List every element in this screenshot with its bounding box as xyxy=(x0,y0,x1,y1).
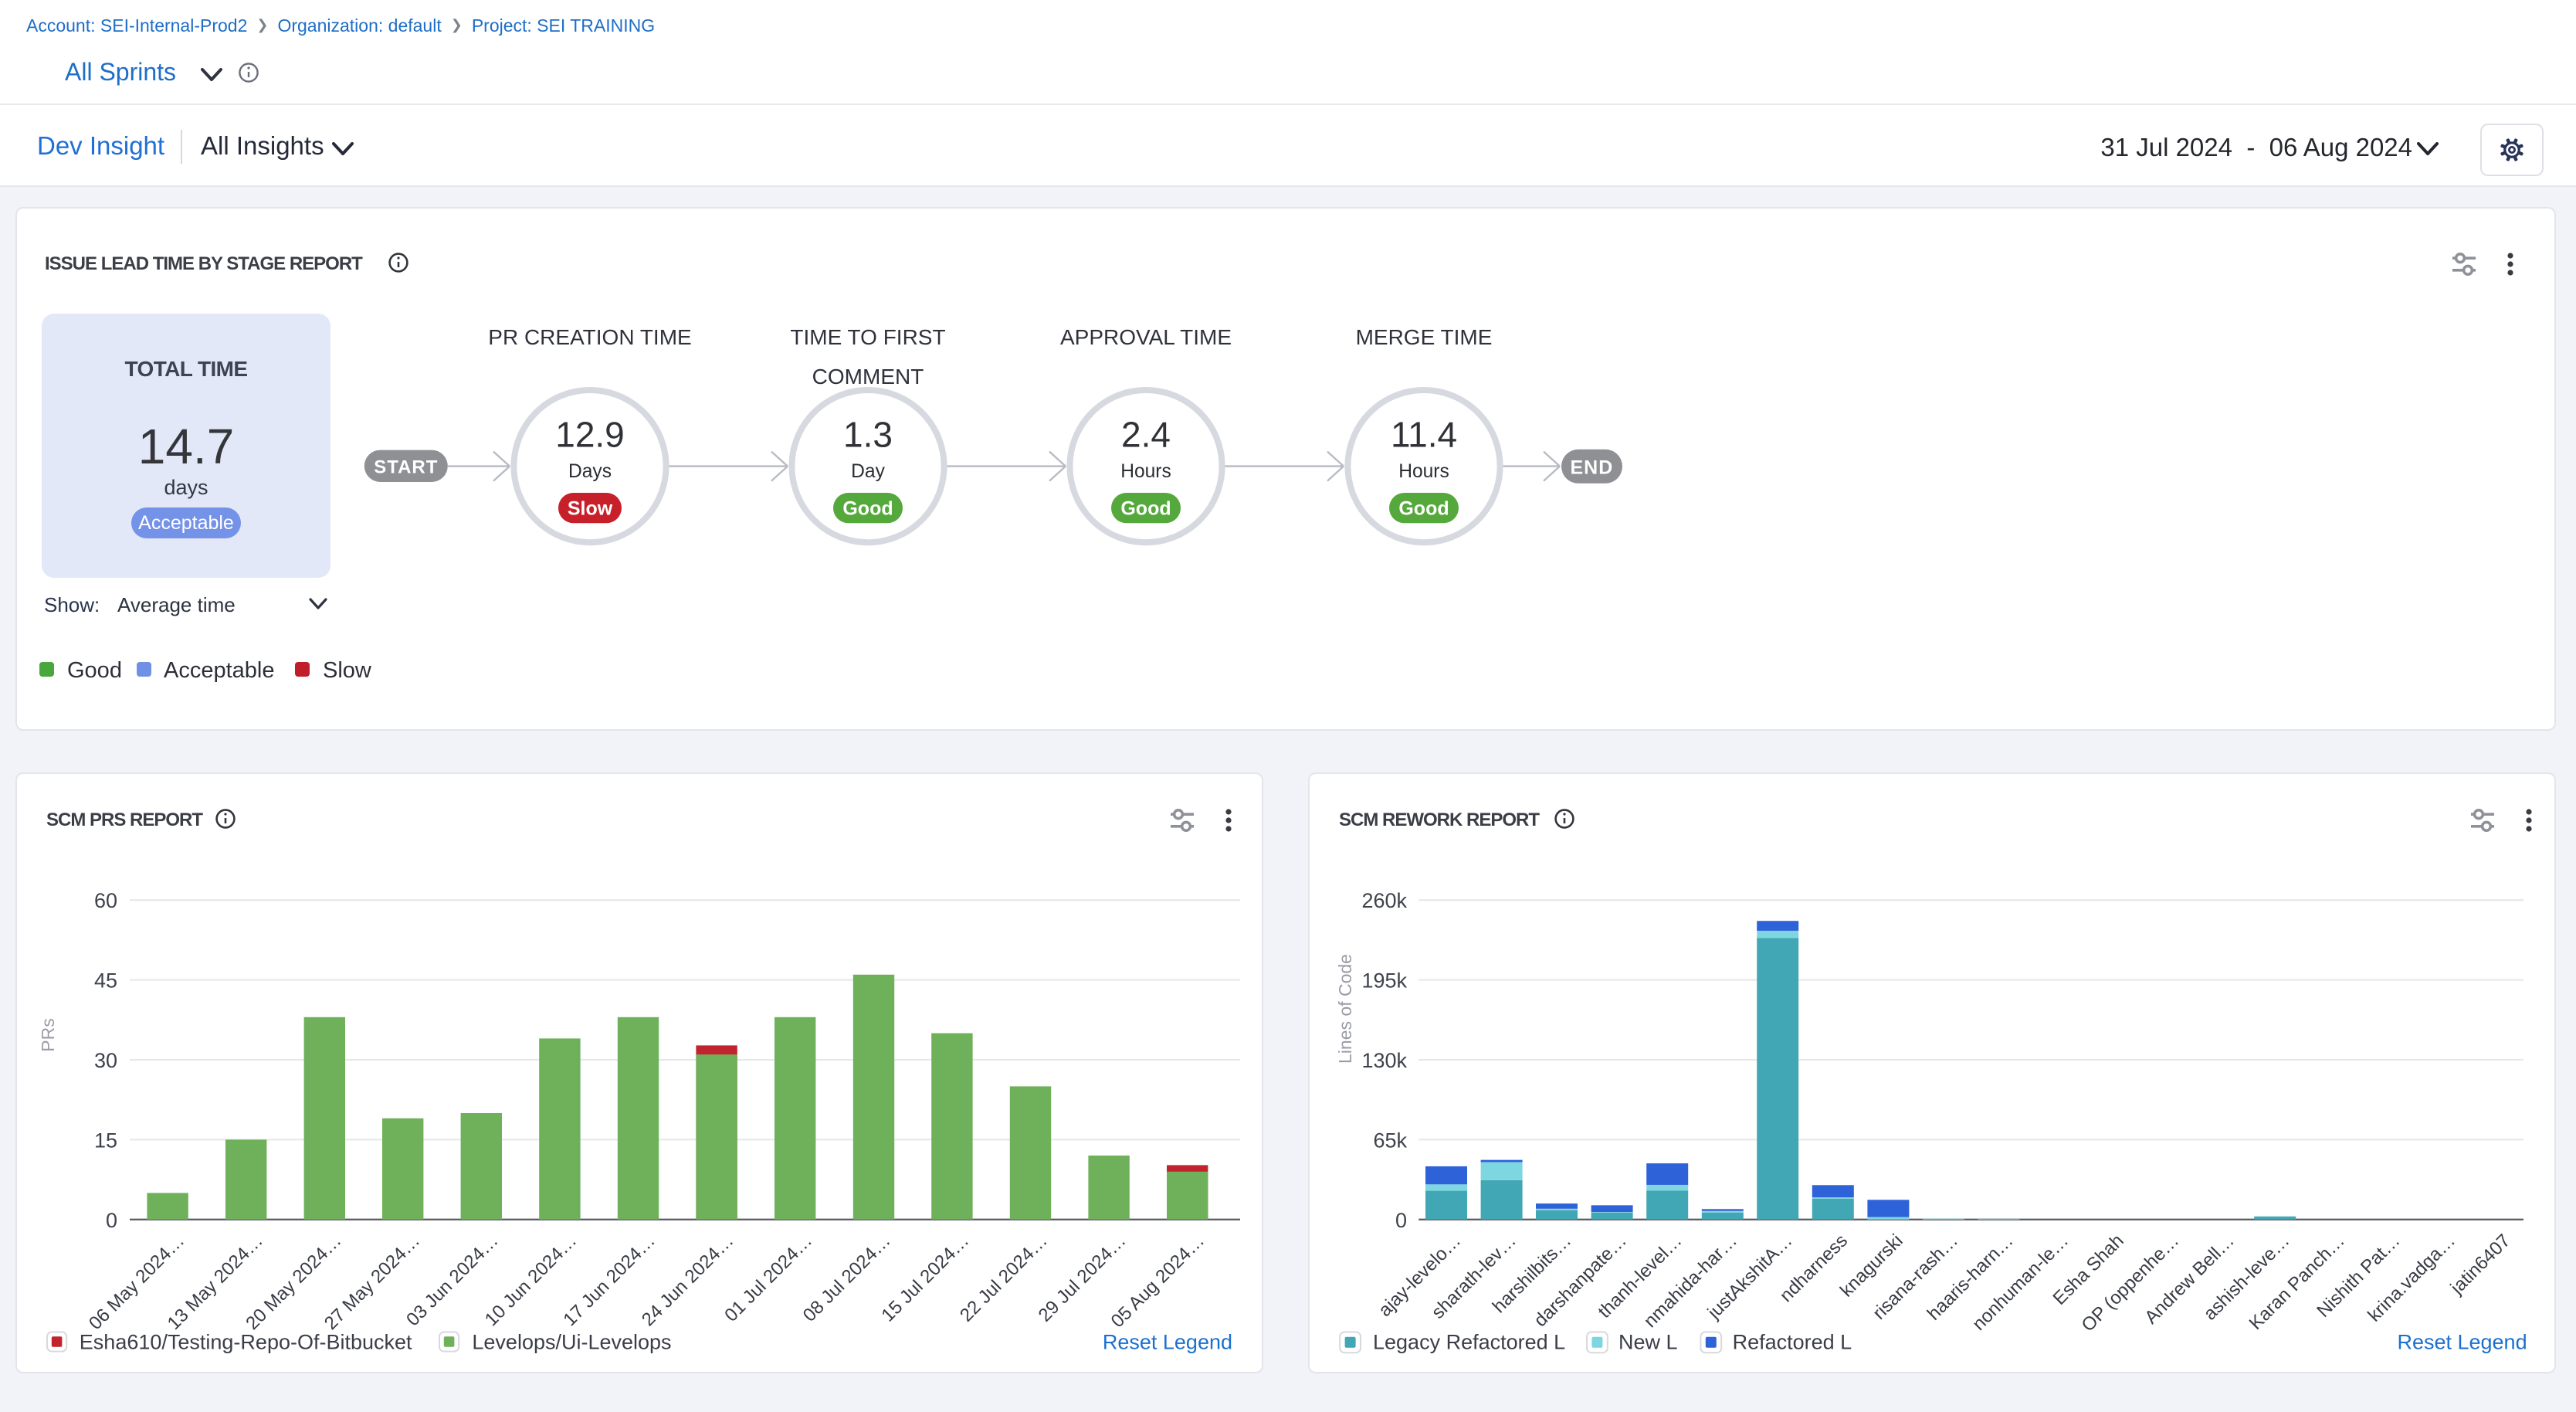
svg-text:Esha610/Testing-Repo-Of-Bitbuc: Esha610/Testing-Repo-Of-Bitbucket xyxy=(80,1330,412,1353)
svg-text:Karan Panch…: Karan Panch… xyxy=(2246,1230,2349,1334)
svg-text:0: 0 xyxy=(106,1209,117,1232)
svg-text:Slow: Slow xyxy=(568,498,613,520)
svg-text:COMMENT: COMMENT xyxy=(812,365,924,389)
svg-text:11.4: 11.4 xyxy=(1391,414,1457,454)
svg-text:Good: Good xyxy=(842,498,893,520)
svg-text:12.9: 12.9 xyxy=(555,414,625,454)
svg-text:Hours: Hours xyxy=(1398,461,1449,482)
svg-text:START: START xyxy=(374,457,438,478)
svg-text:Levelops/Ui-Levelops: Levelops/Ui-Levelops xyxy=(472,1330,671,1353)
svg-text:Reset Legend: Reset Legend xyxy=(2397,1330,2527,1353)
svg-text:nonhuman-le…: nonhuman-le… xyxy=(1968,1230,2073,1335)
svg-text:195k: 195k xyxy=(1361,969,1407,993)
svg-text:Refactored L: Refactored L xyxy=(1733,1330,1852,1353)
svg-text:PR CREATION TIME: PR CREATION TIME xyxy=(488,325,691,349)
svg-text:260k: 260k xyxy=(1361,889,1407,912)
svg-text:Lines of Code: Lines of Code xyxy=(1335,954,1355,1064)
svg-text:Legacy Refactored L: Legacy Refactored L xyxy=(1373,1330,1565,1353)
svg-text:130k: 130k xyxy=(1361,1049,1407,1072)
svg-text:END: END xyxy=(1571,457,1614,479)
svg-text:OP (oppenhe…: OP (oppenhe… xyxy=(2078,1230,2184,1336)
svg-text:Days: Days xyxy=(568,461,612,482)
svg-text:New L: New L xyxy=(1618,1330,1678,1353)
svg-text:2.4: 2.4 xyxy=(1121,414,1171,454)
svg-text:15: 15 xyxy=(94,1129,117,1152)
svg-text:TIME TO FIRST: TIME TO FIRST xyxy=(790,325,945,349)
svg-text:1.3: 1.3 xyxy=(843,414,893,454)
svg-text:jatin6407: jatin6407 xyxy=(2446,1230,2515,1299)
svg-text:Hours: Hours xyxy=(1120,461,1171,482)
svg-text:Day: Day xyxy=(851,461,885,482)
svg-text:Reset Legend: Reset Legend xyxy=(1103,1330,1232,1353)
svg-text:APPROVAL TIME: APPROVAL TIME xyxy=(1060,325,1232,349)
svg-text:PRs: PRs xyxy=(38,1018,58,1051)
svg-text:30: 30 xyxy=(94,1049,117,1072)
svg-text:60: 60 xyxy=(94,889,117,912)
svg-text:0: 0 xyxy=(1395,1209,1407,1232)
svg-text:65k: 65k xyxy=(1373,1129,1407,1152)
svg-text:Good: Good xyxy=(1120,498,1171,520)
svg-text:Good: Good xyxy=(1398,498,1449,520)
svg-text:45: 45 xyxy=(94,969,117,993)
svg-text:MERGE TIME: MERGE TIME xyxy=(1356,325,1493,349)
